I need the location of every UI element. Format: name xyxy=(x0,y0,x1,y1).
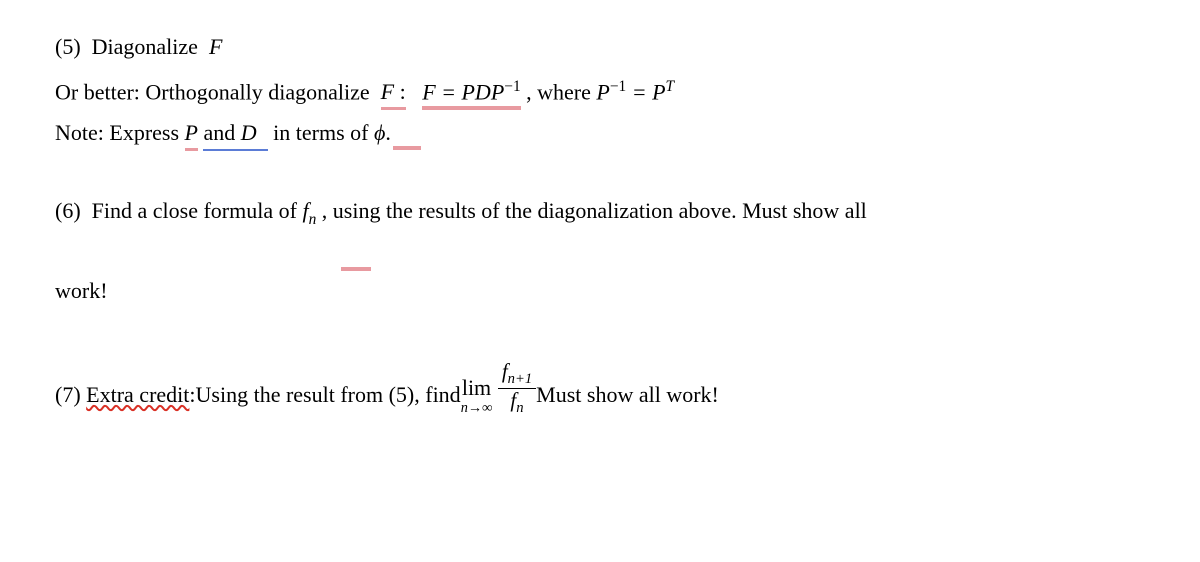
red-mark-icon xyxy=(341,267,371,271)
red-mark-icon xyxy=(393,146,421,150)
p6-line2: work! xyxy=(55,274,1145,307)
p6-line1b xyxy=(55,237,1145,270)
p5-F-ul: F : xyxy=(381,75,406,108)
problem-6: (6) Find a close formula of fn , using t… xyxy=(55,194,1145,307)
frac-num: fn+1 xyxy=(498,361,536,389)
p7-number: (7) xyxy=(55,378,81,411)
limit-icon: lim n→∞ xyxy=(461,377,493,415)
problem-5: (5) Diagonalize F Or better: Orthogonall… xyxy=(55,30,1145,149)
p5-note: Note: Express xyxy=(55,120,185,145)
p5-Pvar: P xyxy=(185,116,198,149)
p6-line1: (6) Find a close formula of fn , using t… xyxy=(55,194,1145,231)
p5-line3: Note: Express P and D in terms of ϕ. xyxy=(55,116,1145,149)
frac-den: fn xyxy=(498,389,536,416)
p5-interms: in terms of xyxy=(273,120,374,145)
p5-and: and D xyxy=(203,116,267,149)
p5-eq: F = PDP−1 xyxy=(422,75,520,108)
p5-line1: (5) Diagonalize F xyxy=(55,30,1145,63)
p6-fn: fn , xyxy=(302,198,327,223)
p5-P: P xyxy=(596,79,609,104)
p6-number: (6) xyxy=(55,198,81,223)
p6-text2: using the results of the diagonalization… xyxy=(333,198,867,223)
p5-number: (5) xyxy=(55,34,81,59)
p5-F: F xyxy=(209,34,222,59)
p7-text1: Using the result from (5), find xyxy=(196,378,461,411)
p5-line2: Or better: Orthogonally diagonalize F : … xyxy=(55,75,1145,108)
p5-orbetter: Or better: Orthogonally diagonalize xyxy=(55,79,370,104)
p5-phi-wrap: ϕ. xyxy=(374,120,421,145)
p5-where: , where xyxy=(526,79,596,104)
p7-text2: Must show all work! xyxy=(536,378,719,411)
p6-text1: Find a close formula of xyxy=(92,198,303,223)
p5-title: Diagonalize xyxy=(92,34,198,59)
problem-7: (7) Extra credit: Using the result from … xyxy=(55,367,1145,422)
p6-work: work! xyxy=(55,278,108,303)
p7-extra: Extra credit xyxy=(86,378,189,411)
fraction: fn+1 fn xyxy=(498,361,536,416)
